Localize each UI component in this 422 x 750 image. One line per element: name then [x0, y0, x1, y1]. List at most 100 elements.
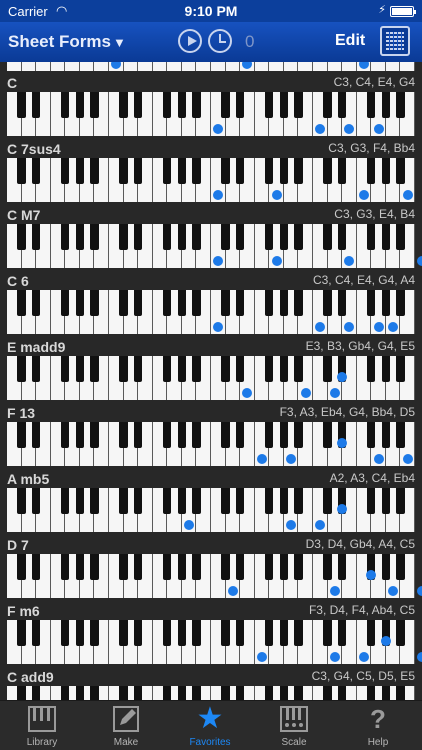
play-icon[interactable]: [178, 29, 202, 53]
black-key[interactable]: [337, 290, 347, 316]
black-key[interactable]: [367, 158, 376, 184]
chord-keyboard[interactable]: [7, 224, 422, 268]
black-key[interactable]: [265, 554, 274, 580]
black-key[interactable]: [90, 290, 99, 316]
black-key[interactable]: [396, 620, 405, 646]
tab-library[interactable]: Library: [0, 701, 84, 750]
tab-make[interactable]: Make: [84, 701, 168, 750]
black-key[interactable]: [381, 488, 391, 514]
edit-button[interactable]: Edit: [335, 32, 365, 50]
black-key[interactable]: [265, 290, 274, 316]
black-key[interactable]: [119, 488, 128, 514]
black-key[interactable]: [192, 158, 201, 184]
chord-row[interactable]: C 7sus4 C3, G3, F4, Bb4: [0, 138, 422, 204]
white-key[interactable]: [269, 62, 284, 71]
black-key[interactable]: [31, 554, 41, 580]
black-key[interactable]: [61, 554, 70, 580]
black-key[interactable]: [396, 92, 405, 118]
black-key[interactable]: [133, 224, 143, 250]
black-key[interactable]: [265, 620, 274, 646]
black-key[interactable]: [163, 686, 172, 700]
black-key[interactable]: [381, 224, 391, 250]
black-key[interactable]: [17, 620, 26, 646]
black-key[interactable]: [337, 224, 347, 250]
black-key[interactable]: [119, 158, 128, 184]
black-key[interactable]: [192, 488, 201, 514]
black-key[interactable]: [31, 158, 41, 184]
black-key[interactable]: [177, 92, 187, 118]
black-key[interactable]: [75, 290, 85, 316]
white-key[interactable]: [313, 62, 328, 71]
chord-row[interactable]: A mb5 A2, A3, C4, Eb4: [0, 468, 422, 534]
black-key[interactable]: [163, 92, 172, 118]
black-key[interactable]: [294, 158, 303, 184]
black-key[interactable]: [381, 554, 391, 580]
black-key[interactable]: [381, 290, 391, 316]
black-key[interactable]: [119, 620, 128, 646]
black-key[interactable]: [294, 356, 303, 382]
black-key[interactable]: [294, 686, 303, 700]
black-key[interactable]: [265, 224, 274, 250]
black-key[interactable]: [75, 356, 85, 382]
black-key[interactable]: [221, 488, 230, 514]
chord-keyboard[interactable]: [7, 92, 415, 136]
black-key[interactable]: [235, 686, 245, 700]
black-key[interactable]: [396, 554, 405, 580]
chord-keyboard[interactable]: [7, 686, 415, 700]
black-key[interactable]: [163, 554, 172, 580]
black-key[interactable]: [31, 686, 41, 700]
black-key[interactable]: [31, 488, 41, 514]
black-key[interactable]: [90, 554, 99, 580]
black-key[interactable]: [31, 92, 41, 118]
black-key[interactable]: [337, 686, 347, 700]
black-key[interactable]: [279, 158, 289, 184]
chord-keyboard[interactable]: [7, 620, 422, 664]
black-key[interactable]: [396, 488, 405, 514]
black-key[interactable]: [163, 224, 172, 250]
black-key[interactable]: [235, 224, 245, 250]
white-key[interactable]: [298, 62, 313, 71]
black-key[interactable]: [294, 224, 303, 250]
black-key[interactable]: [279, 488, 289, 514]
black-key[interactable]: [61, 488, 70, 514]
black-key[interactable]: [31, 290, 41, 316]
black-key[interactable]: [367, 224, 376, 250]
black-key[interactable]: [61, 620, 70, 646]
white-key[interactable]: [255, 62, 270, 71]
black-key[interactable]: [279, 422, 289, 448]
chord-list[interactable]: C C3, C4, E4, G4 C 7sus4 C3, G3, F4, Bb4 C M…: [0, 62, 422, 700]
white-key[interactable]: [51, 62, 66, 71]
black-key[interactable]: [133, 158, 143, 184]
black-key[interactable]: [61, 158, 70, 184]
black-key[interactable]: [265, 92, 274, 118]
black-key[interactable]: [61, 224, 70, 250]
black-key[interactable]: [323, 224, 332, 250]
black-key[interactable]: [177, 224, 187, 250]
black-key[interactable]: [163, 158, 172, 184]
black-key[interactable]: [17, 92, 26, 118]
black-key[interactable]: [323, 422, 332, 448]
black-key[interactable]: [192, 224, 201, 250]
black-key[interactable]: [279, 620, 289, 646]
black-key[interactable]: [279, 224, 289, 250]
black-key[interactable]: [133, 356, 143, 382]
black-key[interactable]: [133, 686, 143, 700]
black-key[interactable]: [119, 422, 128, 448]
black-key[interactable]: [75, 158, 85, 184]
black-key[interactable]: [133, 488, 143, 514]
black-key[interactable]: [294, 620, 303, 646]
black-key[interactable]: [90, 92, 99, 118]
black-key[interactable]: [367, 422, 376, 448]
black-key[interactable]: [396, 224, 405, 250]
black-key[interactable]: [279, 686, 289, 700]
black-key[interactable]: [235, 488, 245, 514]
black-key[interactable]: [90, 158, 99, 184]
black-key[interactable]: [31, 224, 41, 250]
black-key[interactable]: [192, 686, 201, 700]
black-key[interactable]: [265, 158, 274, 184]
black-key[interactable]: [17, 686, 26, 700]
black-key[interactable]: [221, 92, 230, 118]
chord-row[interactable]: F 13 F3, A3, Eb4, G4, Bb4, D5: [0, 402, 422, 468]
black-key[interactable]: [396, 686, 405, 700]
black-key[interactable]: [235, 356, 245, 382]
